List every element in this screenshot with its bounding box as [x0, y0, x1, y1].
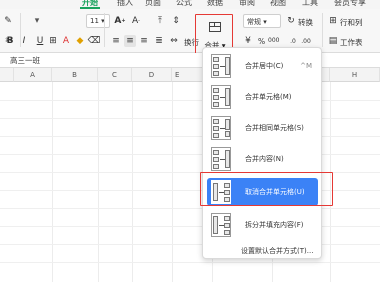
- gridline: [0, 136, 380, 137]
- underline-button[interactable]: U: [34, 35, 46, 47]
- gridline: [0, 262, 380, 263]
- menu-item-label: 合并内容(N): [245, 155, 284, 163]
- gridline: [0, 226, 380, 227]
- align-top-icon[interactable]: ⤒: [154, 15, 166, 27]
- font-name-dropdown[interactable]: ▾: [30, 15, 44, 27]
- menu-item-label: 合并相同单元格(S): [245, 124, 304, 132]
- convert-icon[interactable]: ↻: [286, 15, 296, 27]
- align-middle-icon[interactable]: ⇕: [170, 15, 182, 27]
- distributed-icon[interactable]: ⇔: [168, 35, 180, 47]
- clear-format-icon[interactable]: ⌫: [88, 35, 101, 47]
- merge-dropdown-menu: 合并居中(C) ^M 合并单元格(M) 合并相同单元格(S) 合并内容(N) 取…: [202, 47, 322, 259]
- separator: [322, 13, 323, 47]
- ribbon-toolbar: ✎ ✂ ▾ 11 ▾ A + A- B I U ⊞ A ◆ ⌫ ≡ ≡ ≡ ≣ ⇔…: [0, 9, 380, 56]
- menu-item-label: 拆分并填充内容(F): [245, 221, 304, 229]
- fill-color-icon[interactable]: ◆: [74, 35, 86, 47]
- worksheet-icon[interactable]: ▤: [328, 35, 338, 47]
- align-left-icon[interactable]: ≡: [110, 35, 122, 47]
- menu-item-merge-same[interactable]: 合并相同单元格(S): [207, 114, 318, 142]
- menu-item-merge-content[interactable]: 合并内容(N): [207, 145, 318, 173]
- menu-item-set-default-merge[interactable]: 设置默认合并方式(T)...: [241, 246, 313, 256]
- gridline: [0, 100, 380, 101]
- merge-content-icon: [211, 147, 231, 171]
- merge-cells-icon: [211, 85, 231, 109]
- increase-font-icon[interactable]: A +: [114, 15, 126, 27]
- menu-item-shortcut: ^M: [300, 62, 312, 70]
- format-painter-icon[interactable]: ✎: [2, 15, 14, 27]
- align-center-icon[interactable]: ≡: [124, 35, 136, 47]
- gridline: [172, 82, 173, 282]
- menu-item-merge-center[interactable]: 合并居中(C) ^M: [207, 52, 318, 80]
- border-icon[interactable]: ⊞: [48, 35, 58, 47]
- column-header[interactable]: C: [98, 68, 132, 82]
- italic-button[interactable]: I: [18, 35, 30, 47]
- formula-bar[interactable]: 高三一班: [0, 53, 380, 68]
- tab-page[interactable]: 页面: [145, 0, 161, 8]
- ribbon-tab-bar: 开始 插入 页面 公式 数据 审阅 视图 工具 会员专享: [0, 0, 380, 9]
- align-right-icon[interactable]: ≡: [138, 35, 150, 47]
- column-header[interactable]: D: [132, 68, 172, 82]
- tab-member[interactable]: 会员专享: [334, 0, 366, 8]
- rows-cols-button[interactable]: 行和列: [340, 17, 363, 28]
- select-all-corner[interactable]: [0, 68, 14, 82]
- thousands-button[interactable]: 000: [268, 37, 279, 44]
- separator: [104, 13, 105, 47]
- decrease-decimal-icon[interactable]: .00: [300, 35, 312, 47]
- gridline: [132, 82, 133, 282]
- number-format-dropdown[interactable]: 常规 ▾: [243, 14, 281, 28]
- font-color-icon[interactable]: A: [60, 35, 72, 47]
- tab-review[interactable]: 审阅: [239, 0, 255, 8]
- worksheet-button[interactable]: 工作表: [340, 37, 363, 48]
- formula-content[interactable]: 高三一班: [10, 55, 40, 66]
- bold-button[interactable]: B: [4, 35, 16, 47]
- justify-icon[interactable]: ≣: [153, 35, 165, 47]
- gridline: [0, 208, 380, 209]
- increase-decimal-icon[interactable]: .0: [287, 35, 299, 47]
- tab-data[interactable]: 数据: [207, 0, 223, 8]
- decrease-font-icon[interactable]: A-: [130, 15, 142, 27]
- font-size-dropdown[interactable]: 11 ▾: [86, 14, 110, 28]
- tab-insert[interactable]: 插入: [117, 0, 133, 8]
- rows-cols-icon[interactable]: ⊞: [328, 15, 338, 27]
- merge-center-icon: [211, 54, 231, 78]
- gridline: [0, 244, 380, 245]
- convert-button[interactable]: 转换: [298, 17, 313, 28]
- menu-item-label: 合并单元格(M): [245, 93, 292, 101]
- tab-view[interactable]: 视图: [270, 0, 286, 8]
- gridline: [0, 118, 380, 119]
- tab-formula[interactable]: 公式: [176, 0, 192, 8]
- menu-item-label: 合并居中(C): [245, 62, 284, 70]
- column-header[interactable]: B: [52, 68, 98, 82]
- annotation-highlight-unmerge: [200, 172, 333, 206]
- gridline: [52, 82, 53, 282]
- merge-same-cells-icon: [211, 116, 231, 140]
- menu-item-split-fill[interactable]: 拆分并填充内容(F): [207, 211, 318, 239]
- currency-icon[interactable]: ¥: [243, 35, 253, 47]
- menu-item-merge-cells[interactable]: 合并单元格(M): [207, 83, 318, 111]
- gridline: [0, 154, 380, 155]
- column-header[interactable]: H: [330, 68, 380, 82]
- percent-button[interactable]: %: [258, 37, 265, 46]
- gridline: [98, 82, 99, 282]
- split-fill-icon: [211, 213, 231, 237]
- column-header[interactable]: A: [14, 68, 52, 82]
- tab-tools[interactable]: 工具: [302, 0, 318, 8]
